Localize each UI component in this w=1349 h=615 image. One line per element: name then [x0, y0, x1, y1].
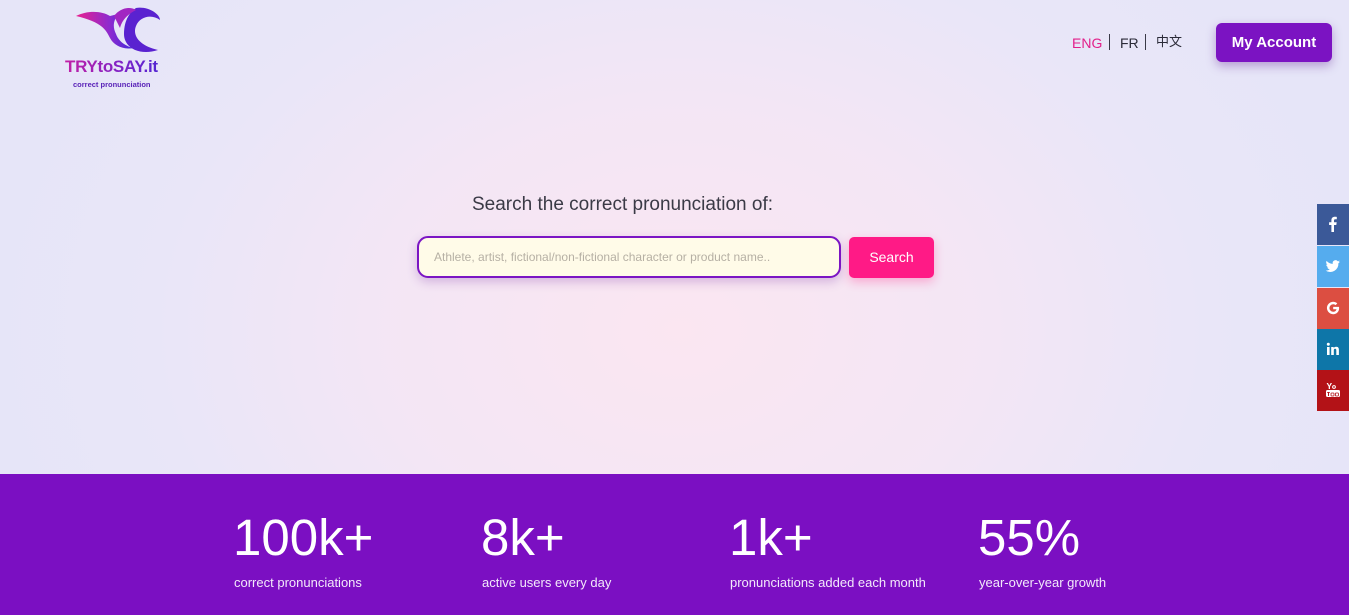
stat-label: year-over-year growth	[979, 575, 1107, 590]
language-eng[interactable]: ENG	[1072, 35, 1102, 51]
stat-label: pronunciations added each month	[730, 575, 926, 590]
youtube-icon	[1326, 383, 1340, 397]
youtube-link[interactable]	[1317, 370, 1349, 411]
stat-value: 55%	[978, 509, 1081, 566]
search-input[interactable]	[417, 236, 841, 278]
google-icon	[1326, 301, 1340, 315]
stat-item: 55% year-over-year growth	[978, 509, 1106, 591]
stat-item: 1k+ pronunciations added each month	[729, 509, 926, 591]
hummingbird-icon	[76, 7, 160, 53]
stat-value: 8k+	[481, 509, 565, 566]
twitter-icon	[1325, 260, 1340, 272]
stat-value: 100k+	[233, 509, 374, 566]
search-heading: Search the correct pronunciation of:	[472, 194, 774, 215]
brand-logo[interactable]: TRYtoSAY.it correct pronunciation	[64, 6, 175, 89]
language-zh[interactable]: 中文	[1156, 35, 1182, 51]
language-divider	[1145, 34, 1146, 50]
language-fr[interactable]: FR	[1120, 35, 1139, 51]
facebook-icon	[1329, 216, 1337, 232]
brand-name: TRYtoSAY.it	[65, 57, 175, 77]
stats-section: 100k+ correct pronunciations 8k+ active …	[0, 474, 1349, 615]
stat-value: 1k+	[729, 509, 813, 566]
stat-label: correct pronunciations	[234, 575, 362, 590]
google-link[interactable]	[1317, 288, 1349, 329]
stat-item: 8k+ active users every day	[481, 509, 611, 591]
stat-label: active users every day	[482, 575, 612, 590]
brand-tagline: correct pronunciation	[73, 80, 151, 89]
facebook-link[interactable]	[1317, 204, 1349, 245]
stat-item: 100k+ correct pronunciations	[233, 509, 374, 591]
twitter-link[interactable]	[1317, 246, 1349, 287]
my-account-button[interactable]: My Account	[1216, 23, 1332, 62]
hero-section: TRYtoSAY.it correct pronunciation ENG FR…	[0, 0, 1349, 474]
language-divider	[1109, 34, 1110, 50]
linkedin-link[interactable]	[1317, 329, 1349, 370]
linkedin-icon	[1326, 342, 1339, 355]
search-button[interactable]: Search	[849, 237, 934, 278]
